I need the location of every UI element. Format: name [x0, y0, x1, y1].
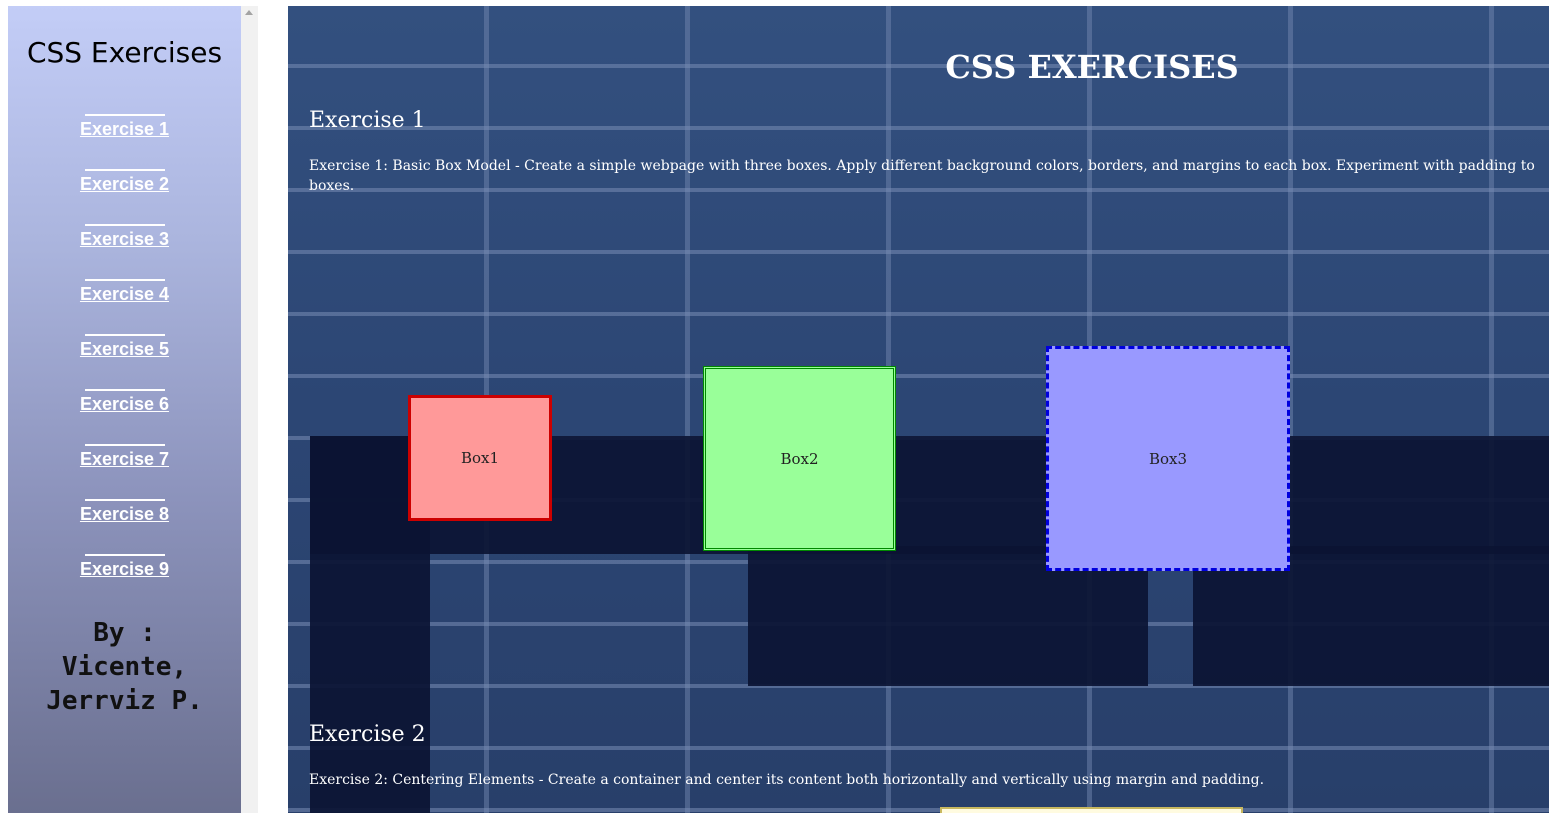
- sidebar-item-exercise-6[interactable]: Exercise 6: [8, 389, 241, 415]
- nav-overline: [84, 499, 165, 501]
- box-2: Box2: [703, 366, 896, 551]
- box-1-label: Box1: [460, 449, 500, 467]
- page-title: CSS EXERCISES: [945, 48, 1239, 86]
- nav-overline: [84, 169, 165, 171]
- sidebar-item-label: Exercise 3: [79, 229, 170, 249]
- sidebar-item-exercise-9[interactable]: Exercise 9: [8, 554, 241, 580]
- sidebar-item-label: Exercise 5: [79, 339, 170, 359]
- sidebar-item-exercise-2[interactable]: Exercise 2: [8, 169, 241, 195]
- main-content: CSS EXERCISES Exercise 1 Exercise 1: Bas…: [288, 6, 1549, 813]
- exercise-1-heading: Exercise 1: [309, 108, 426, 133]
- sidebar-item-label: Exercise 8: [79, 504, 170, 524]
- box-1: Box1: [408, 395, 552, 521]
- nav-overline: [84, 114, 165, 116]
- sidebar-item-exercise-3[interactable]: Exercise 3: [8, 224, 241, 250]
- sidebar-item-label: Exercise 1: [79, 119, 170, 139]
- box-3: Box3: [1046, 346, 1290, 571]
- exercise-1-description: Exercise 1: Basic Box Model - Create a s…: [309, 158, 1535, 194]
- exercise-2-heading: Exercise 2: [309, 722, 426, 747]
- box-3-label: Box3: [1148, 449, 1188, 468]
- sidebar-item-exercise-8[interactable]: Exercise 8: [8, 499, 241, 525]
- sidebar: CSS Exercises Exercise 1 Exercise 2 Exer…: [8, 6, 241, 813]
- centering-container: [940, 807, 1243, 813]
- sidebar-item-exercise-5[interactable]: Exercise 5: [8, 334, 241, 360]
- box-2-label: Box2: [780, 449, 819, 468]
- author-credit: By : Vicente, Jerrviz P.: [8, 616, 241, 718]
- author-line-1: By :: [93, 618, 156, 648]
- nav-overline: [84, 554, 165, 556]
- author-line-3: Jerrviz P.: [46, 686, 203, 716]
- exercise-2-description: Exercise 2: Centering Elements - Create …: [309, 772, 1265, 788]
- scroll-up-arrow-icon[interactable]: [245, 10, 253, 15]
- sidebar-scrollbar[interactable]: [241, 6, 258, 813]
- sidebar-item-label: Exercise 7: [79, 449, 170, 469]
- sidebar-item-exercise-1[interactable]: Exercise 1: [8, 114, 241, 140]
- sidebar-item-label: Exercise 9: [79, 559, 170, 579]
- nav-overline: [84, 224, 165, 226]
- sidebar-item-exercise-7[interactable]: Exercise 7: [8, 444, 241, 470]
- sidebar-item-label: Exercise 4: [79, 284, 170, 304]
- nav-overline: [84, 444, 165, 446]
- sidebar-item-label: Exercise 6: [79, 394, 170, 414]
- nav-overline: [84, 279, 165, 281]
- author-line-2: Vicente,: [61, 652, 188, 682]
- nav-overline: [84, 389, 165, 391]
- nav-overline: [84, 334, 165, 336]
- sidebar-item-exercise-4[interactable]: Exercise 4: [8, 279, 241, 305]
- sidebar-title: CSS Exercises: [26, 36, 223, 69]
- sidebar-item-label: Exercise 2: [79, 174, 170, 194]
